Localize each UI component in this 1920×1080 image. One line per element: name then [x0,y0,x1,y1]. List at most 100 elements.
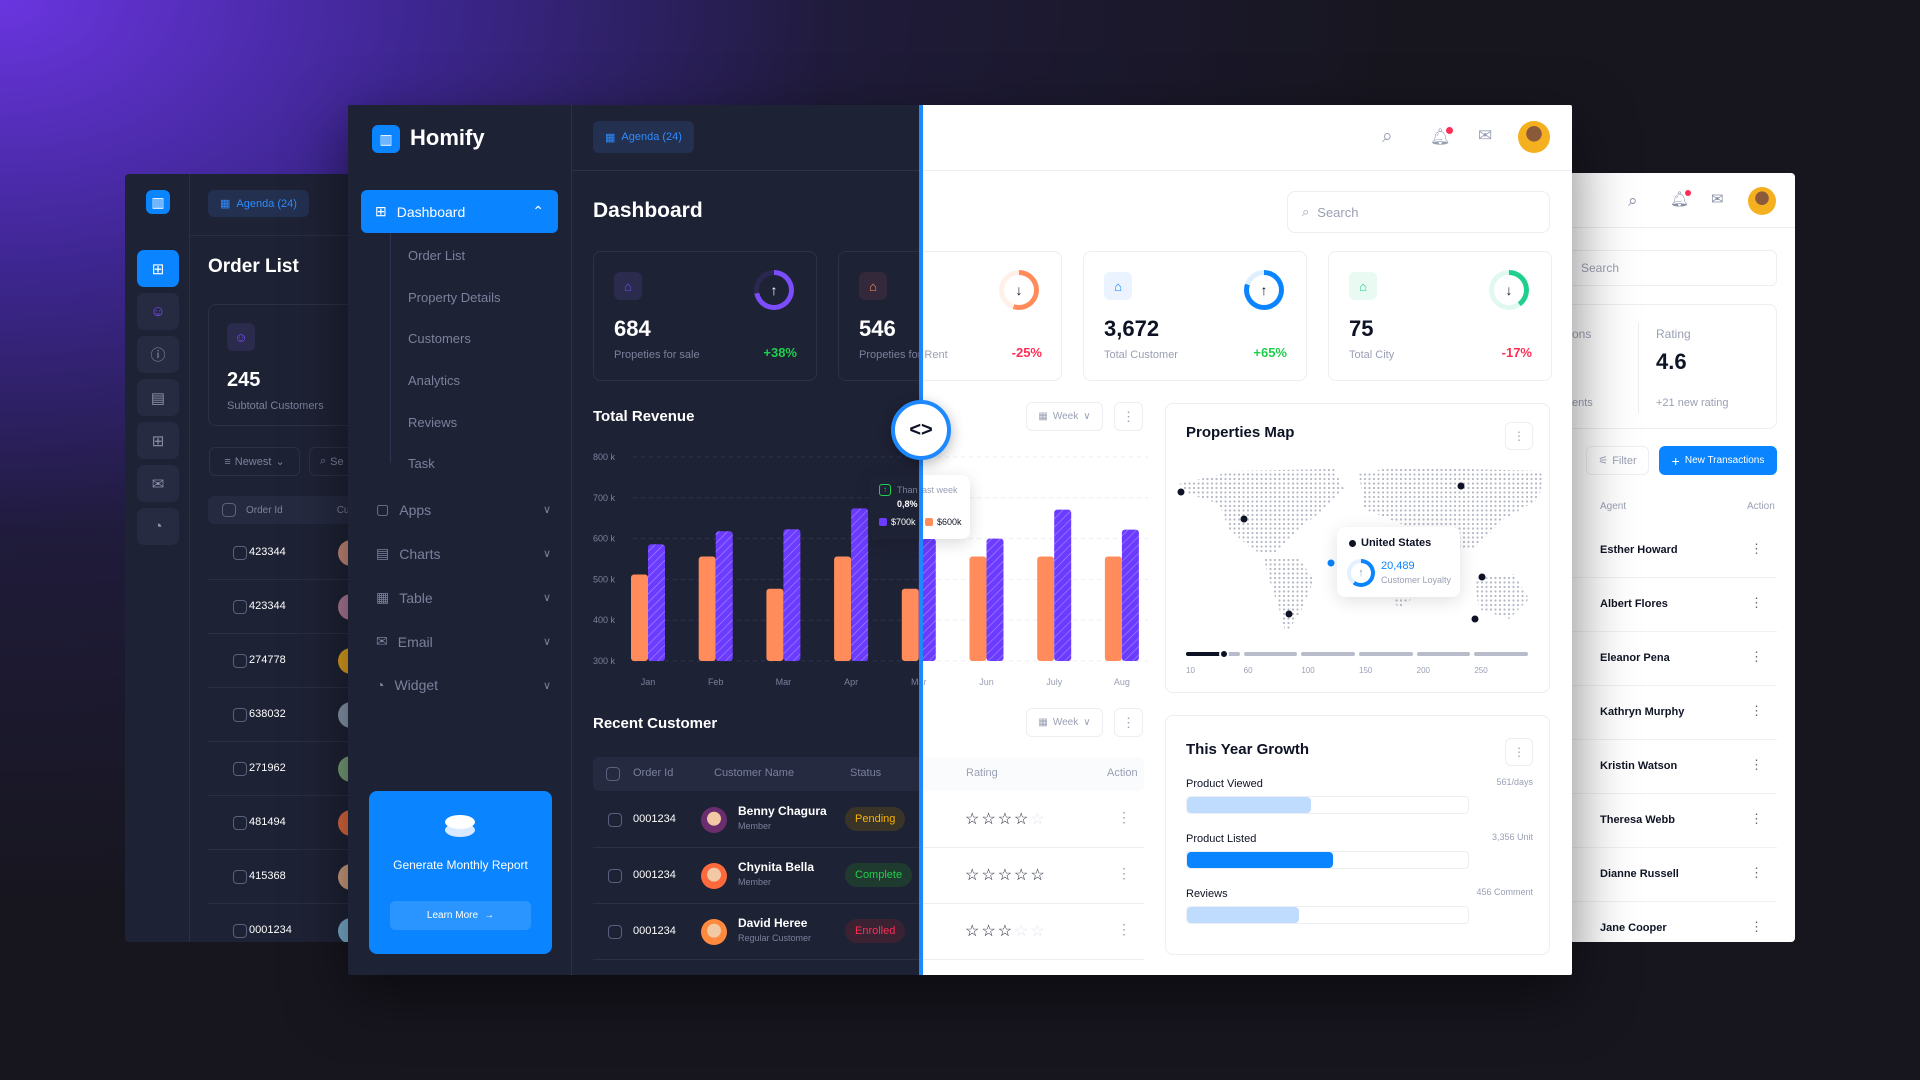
house-icon: ⌂ [859,272,887,300]
more-options-icon[interactable]: ⋮ [1117,921,1131,938]
star-icon: ☆ [1030,923,1047,940]
row-checkbox[interactable] [233,924,247,938]
search-input[interactable]: ⌕Search [1287,191,1550,233]
filter-button[interactable]: ⚟ Filter [1586,446,1649,475]
period-dropdown[interactable]: ▦Week∨ [1026,708,1103,737]
search-icon[interactable]: ⌕ [1628,191,1638,211]
more-options-button[interactable]: ⋮ [1505,422,1533,450]
slider-handle[interactable] [1219,649,1230,659]
more-options-icon[interactable]: ⋮ [1750,865,1763,881]
sidebar-item-email[interactable]: ✉Email∨ [376,633,551,650]
row-checkbox[interactable] [233,870,247,884]
apps-icon[interactable]: ⊞ [137,422,179,459]
table-icon: ▦ [376,589,390,605]
map-tooltip: United States ↑ 20,489 Customer Loyalty [1337,527,1460,597]
notification-dot [1685,190,1692,196]
chevron-up-icon: ⌃ [532,203,544,219]
y-tick-label: 800 k [593,452,616,462]
more-options-button[interactable]: ⋮ [1114,402,1143,431]
compare-divider[interactable] [919,105,923,975]
user-avatar[interactable] [1518,121,1550,153]
more-options-button[interactable]: ⋮ [1505,738,1533,766]
x-tick-label: Jan [641,677,656,687]
mail-icon[interactable]: ✉ [137,465,179,502]
sidebar-item-reviews[interactable]: Reviews [408,415,457,430]
chevron-down-icon: ∨ [542,592,551,604]
tree-line [390,233,391,463]
bar-series-1 [969,556,987,661]
select-all-checkbox[interactable] [222,503,236,517]
sidebar-item-charts[interactable]: ▤Charts∨ [376,545,551,562]
more-options-button[interactable]: ⋮ [1114,708,1143,737]
sidebar-item-analytics[interactable]: Analytics [408,373,460,388]
sidebar-item-table[interactable]: ▦Table∨ [376,589,551,606]
period-dropdown[interactable]: ▦Week∨ [1026,402,1103,431]
sidebar-item-dashboard[interactable]: ⊞Dashboard⌃ [361,190,558,233]
more-options-icon[interactable]: ⋮ [1117,865,1131,882]
calendar-icon: ▦ [1038,411,1048,422]
more-options-icon[interactable]: ⋮ [1750,757,1763,773]
row-checkbox[interactable] [608,925,622,939]
mail-icon[interactable]: ✉ [1478,126,1492,146]
sidebar-item-property-details[interactable]: Property Details [408,290,500,305]
new-transactions-button[interactable]: + New Transactions [1659,446,1777,475]
sidebar-item-customers[interactable]: Customers [408,331,471,346]
chart-icon[interactable]: ▤ [137,379,179,416]
agenda-button[interactable]: ▦Agenda (24) [593,121,694,153]
chevron-down-icon: ∨ [542,504,551,516]
y-tick-label: 300 k [593,656,616,666]
sidebar-item-widget[interactable]: ◔Widget∨ [376,677,551,693]
more-options-icon[interactable]: ⋮ [1117,809,1131,826]
info-icon[interactable]: ⓘ [137,336,179,373]
row-checkbox[interactable] [608,813,622,827]
main-window: ▥ Homify ⊞ Dashboard ⌃ Order List Property… [348,105,1572,975]
row-checkbox[interactable] [233,816,247,830]
compare-handle-icon[interactable]: <> [891,400,951,460]
pie-icon[interactable]: ◔ [137,508,179,545]
more-options-icon[interactable]: ⋮ [1750,595,1763,611]
learn-more-button[interactable]: Learn More→ [390,901,531,930]
scale-segment [1474,652,1528,656]
progress-fill [1187,852,1334,868]
row-checkbox[interactable] [233,654,247,668]
select-all-checkbox[interactable] [606,767,620,781]
bell-icon[interactable]: 🔔︎ [1430,127,1454,147]
progress-ring: ↓ [999,270,1039,310]
agenda-button[interactable]: ▦Agenda (24) [208,190,309,217]
more-options-icon[interactable]: ⋮ [1750,541,1763,557]
bell-icon[interactable]: 🔔︎ [1670,190,1692,208]
sort-dropdown[interactable]: ≡ Newest ⌄ [209,447,300,476]
y-tick-label: 400 k [593,615,616,625]
sidebar-item-task[interactable]: Task [408,456,435,471]
star-icon: ☆ [1014,923,1031,940]
stat-card: ⌂ ↓ 75 Total City -17% [1328,251,1552,381]
search-icon[interactable]: ⌕ [1382,126,1393,148]
map-marker [1478,573,1486,581]
more-options-icon[interactable]: ⋮ [1750,649,1763,665]
sidebar-item-order-list[interactable]: Order List [408,248,465,263]
more-options-icon[interactable]: ⋮ [1750,703,1763,719]
stat-value: 546 [859,316,896,341]
row-checkbox[interactable] [233,762,247,776]
search-icon: ⌕ [320,455,327,467]
mail-icon[interactable]: ✉ [1711,190,1724,208]
more-options-icon[interactable]: ⋮ [1750,919,1763,935]
row-checkbox[interactable] [608,869,622,883]
arrow-up-icon: ↑ [759,275,789,305]
star-icon: ☆ [1014,867,1031,884]
map-scale-slider[interactable]: 10 60 100 150 200 250 [1186,649,1532,682]
status-badge: Complete [845,863,913,887]
user-avatar[interactable] [1748,187,1776,215]
row-checkbox[interactable] [233,600,247,614]
sidebar-item-apps[interactable]: ▢Apps∨ [376,501,551,518]
pie-icon: ◔ [376,677,385,693]
stat-change: +65% [1253,345,1287,360]
properties-map-card: Properties Map ⋮ United States ↑ 20,489 [1165,403,1550,693]
row-checkbox[interactable] [233,708,247,722]
users-icon[interactable]: ☺ [137,293,179,330]
bar-series-2 [1121,529,1139,661]
bar-series-2 [986,538,1004,661]
more-options-icon[interactable]: ⋮ [1750,811,1763,827]
row-checkbox[interactable] [233,546,247,560]
grid-icon[interactable]: ⊞ [137,250,179,287]
